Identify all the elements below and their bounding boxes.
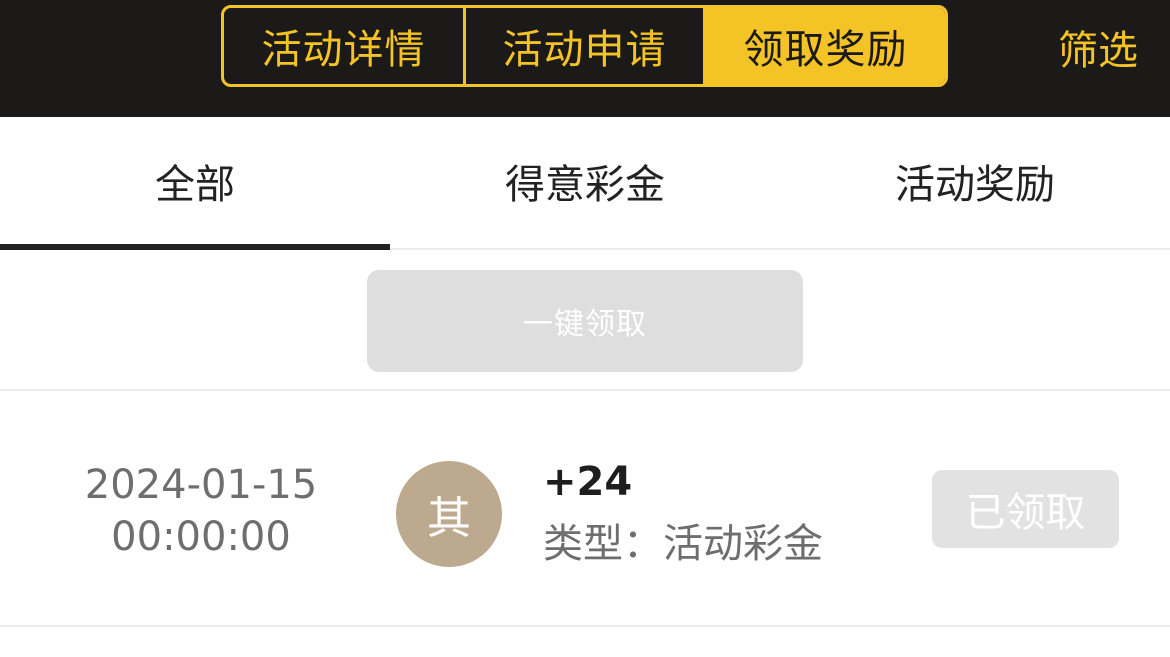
- segment-activity-apply[interactable]: 活动申请: [466, 8, 706, 84]
- claim-all-area: 一键领取: [0, 250, 1170, 391]
- segmented-control: 活动详情 活动申请 领取奖励: [221, 5, 948, 87]
- tab-activity-rewards[interactable]: 活动奖励: [780, 117, 1170, 248]
- segment-claim-rewards[interactable]: 领取奖励: [706, 8, 945, 84]
- reward-record-row: 2024-01-15 00:00:00 其 +24 类型：活动彩金 已领取: [0, 393, 1170, 627]
- record-type-value: 活动彩金: [663, 521, 823, 567]
- record-type-avatar: 其: [396, 461, 502, 567]
- tab-bonus-money[interactable]: 得意彩金: [390, 117, 780, 248]
- record-amount: +24: [543, 459, 633, 505]
- record-type-label: 类型：: [543, 521, 663, 567]
- record-time: 00:00:00: [111, 514, 291, 560]
- tab-all[interactable]: 全部: [0, 117, 390, 250]
- claimed-status-button: 已领取: [932, 470, 1119, 548]
- record-date: 2024-01-15: [84, 462, 318, 508]
- record-type: 类型：活动彩金: [543, 511, 823, 569]
- claim-all-button[interactable]: 一键领取: [367, 270, 803, 372]
- category-tabs: 全部 得意彩金 活动奖励: [0, 117, 1170, 250]
- filter-button[interactable]: 筛选: [1058, 18, 1138, 76]
- top-bar: 活动详情 活动申请 领取奖励 筛选: [0, 0, 1170, 117]
- record-datetime: 2024-01-15 00:00:00: [60, 459, 342, 563]
- segment-activity-details[interactable]: 活动详情: [224, 8, 466, 84]
